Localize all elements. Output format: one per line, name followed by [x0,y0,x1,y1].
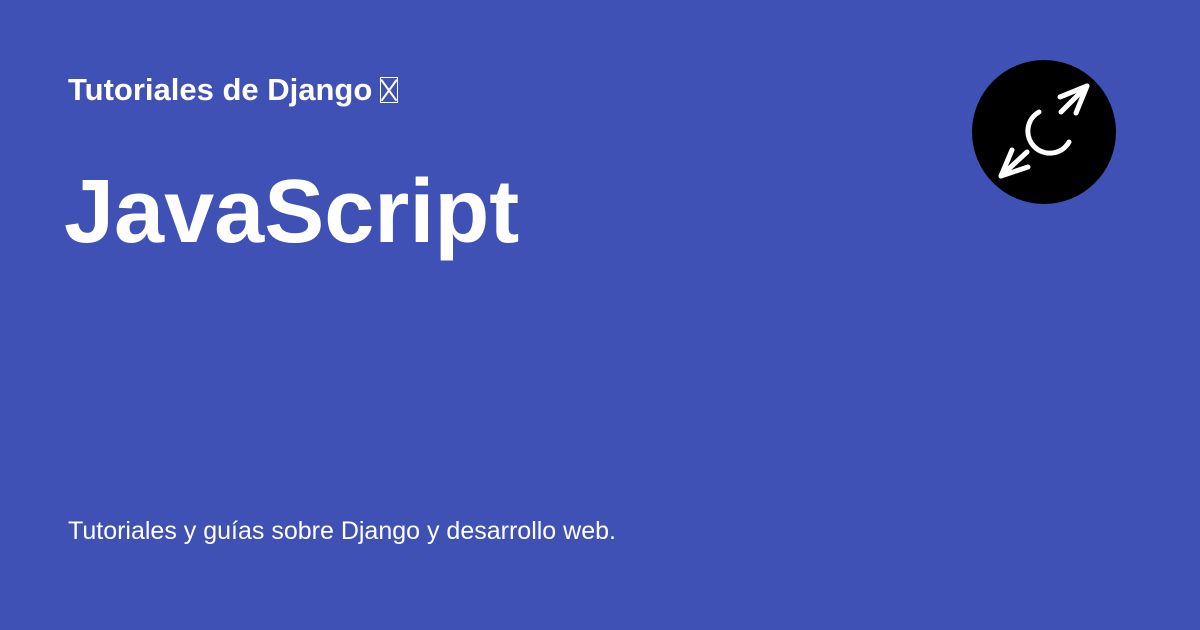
missing-glyph-icon [380,77,399,103]
page-title: JavaScript [64,162,520,262]
compass-arrows-logo-icon [972,60,1116,204]
page-description: Tutoriales y guías sobre Django y desarr… [68,517,616,545]
social-card: Tutoriales de Django JavaScript Tutorial… [0,0,1200,630]
site-name: Tutoriales de Django [68,70,399,110]
site-name-text: Tutoriales de Django [68,72,373,107]
